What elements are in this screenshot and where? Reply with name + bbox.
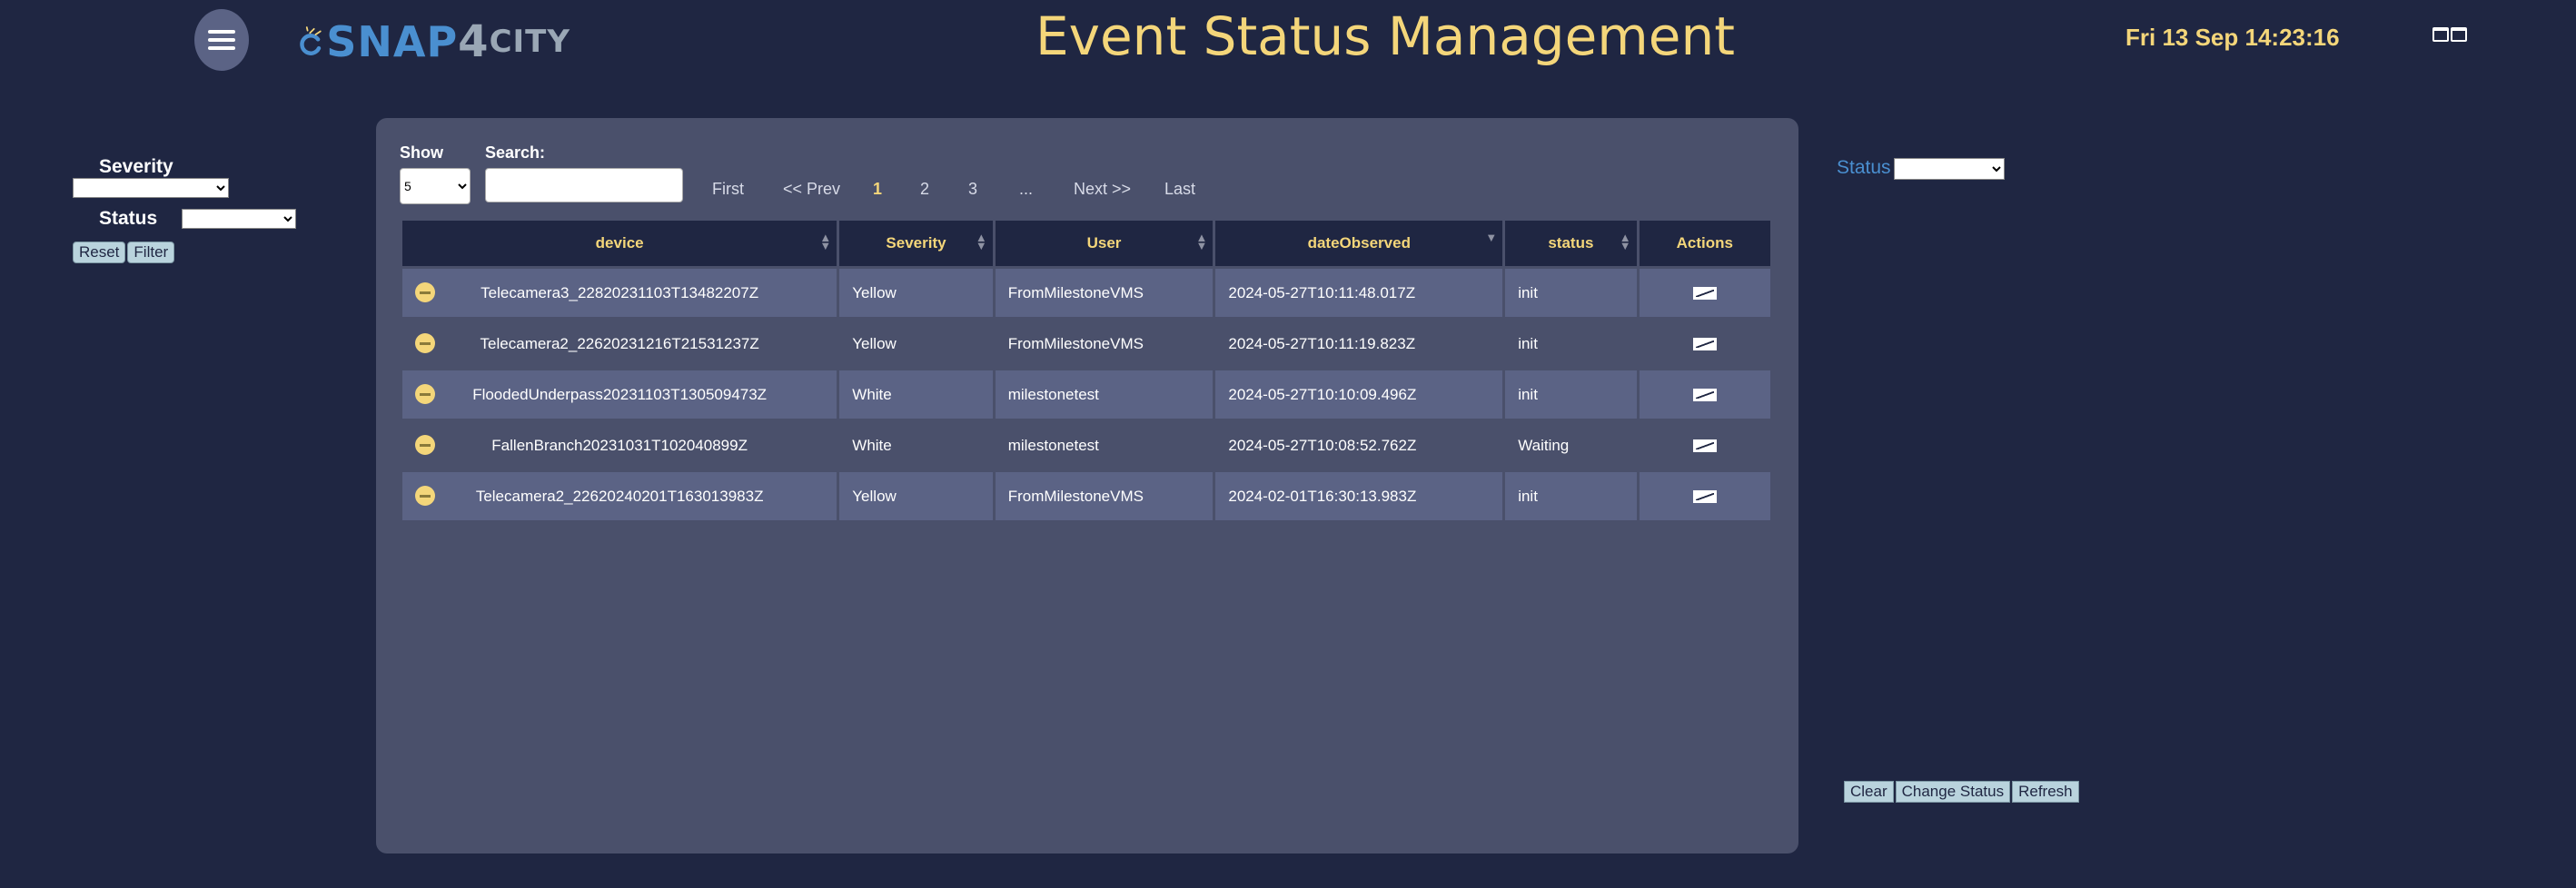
severity-filter-label: Severity — [99, 156, 173, 177]
column-header-user[interactable]: User ▲ ▼ — [995, 221, 1214, 266]
edit-icon[interactable] — [1692, 439, 1717, 453]
cell-severity: White — [839, 421, 993, 469]
pagination-ellipsis: ... — [1019, 180, 1034, 198]
cell-actions — [1639, 472, 1770, 520]
cell-user: FromMilestoneVMS — [995, 320, 1214, 368]
cell-status: init — [1505, 269, 1637, 317]
cell-user: milestonetest — [995, 421, 1214, 469]
cell-status: Waiting — [1505, 421, 1637, 469]
search-label: Search: — [485, 143, 546, 162]
table-row[interactable]: Telecamera2_22620231216T21531237Z Yellow F… — [402, 320, 1770, 368]
sort-icon[interactable]: ▲ ▼ — [976, 232, 987, 252]
snap4city-logo[interactable]: SNAP 4 CITY — [298, 7, 570, 76]
sort-desc-icon[interactable]: ▼ — [1485, 232, 1497, 243]
logo-text-snap: SNAP — [326, 17, 459, 66]
snap4city-logo-mark — [300, 26, 322, 55]
hamburger-menu-button[interactable] — [194, 9, 249, 71]
table-row[interactable]: Telecamera2_22620240201T163013983Z Yellow… — [402, 472, 1770, 520]
device-name: FloodedUnderpass20231103T130509473Z — [472, 385, 768, 403]
status-filter-label: Status — [99, 208, 158, 229]
pagination-page-2[interactable]: 2 — [920, 180, 929, 199]
page-title: Event Status Management — [1035, 5, 1735, 67]
cell-severity: Yellow — [839, 472, 993, 520]
pagination-page-3[interactable]: 3 — [968, 180, 977, 199]
change-status-button[interactable]: Change Status — [1895, 781, 2011, 803]
cell-device: Telecamera3_22820231103T13482207Z — [402, 269, 837, 317]
edit-icon[interactable] — [1692, 389, 1717, 402]
severity-filter-select[interactable] — [73, 178, 229, 198]
table-row[interactable]: FloodedUnderpass20231103T130509473Z White… — [402, 370, 1770, 419]
reset-button[interactable]: Reset — [73, 242, 126, 263]
edit-icon[interactable] — [1692, 287, 1717, 301]
clear-button[interactable]: Clear — [1844, 781, 1894, 803]
cell-severity: Yellow — [839, 269, 993, 317]
status-change-select[interactable] — [1894, 158, 2005, 180]
sort-icon[interactable]: ▲ ▼ — [1195, 232, 1207, 252]
column-header-status[interactable]: status ▲ ▼ — [1505, 221, 1637, 266]
pagination-first[interactable]: First — [712, 180, 744, 199]
cell-date-observed: 2024-05-27T10:11:19.823Z — [1215, 320, 1503, 368]
device-name: Telecamera2_22620240201T163013983Z — [475, 487, 764, 505]
cell-device: FallenBranch20231031T102040899Z — [402, 421, 837, 469]
pagination-next[interactable]: Next >> — [1074, 180, 1131, 199]
expand-row-icon[interactable] — [415, 282, 435, 302]
column-header-dateobserved[interactable]: dateObserved ▼ — [1215, 221, 1503, 266]
device-name: Telecamera2_22620231216T21531237Z — [480, 334, 759, 352]
search-input[interactable] — [485, 168, 683, 202]
pagination-prev[interactable]: << Prev — [783, 180, 840, 199]
sort-icon[interactable]: ▲ ▼ — [1620, 232, 1631, 252]
cell-user: FromMilestoneVMS — [995, 269, 1214, 317]
table-row[interactable]: Telecamera3_22820231103T13482207Z Yellow F… — [402, 269, 1770, 317]
pagination-page-1[interactable]: 1 — [873, 180, 882, 199]
expand-row-icon[interactable] — [415, 486, 435, 506]
status-change-label: Status — [1837, 157, 1891, 178]
cell-device: Telecamera2_22620240201T163013983Z — [402, 472, 837, 520]
filter-button[interactable]: Filter — [127, 242, 175, 263]
cell-device: FloodedUnderpass20231103T130509473Z — [402, 370, 837, 419]
edit-icon[interactable] — [1692, 338, 1717, 351]
cell-user: milestonetest — [995, 370, 1214, 419]
column-header-device[interactable]: device ▲ ▼ — [402, 221, 837, 266]
cell-status: init — [1505, 320, 1637, 368]
window-controls[interactable] — [2432, 27, 2467, 42]
cell-user: FromMilestoneVMS — [995, 472, 1214, 520]
events-table: device ▲ ▼ Severity ▲ ▼ User ▲ ▼ dateObserved ▼… — [400, 218, 1773, 523]
pagination-last[interactable]: Last — [1164, 180, 1195, 199]
cell-date-observed: 2024-02-01T16:30:13.983Z — [1215, 472, 1503, 520]
cell-date-observed: 2024-05-27T10:08:52.762Z — [1215, 421, 1503, 469]
cell-device: Telecamera2_22620231216T21531237Z — [402, 320, 837, 368]
device-name: FallenBranch20231031T102040899Z — [491, 436, 748, 454]
logo-text-city: CITY — [489, 24, 570, 60]
column-header-severity[interactable]: Severity ▲ ▼ — [839, 221, 993, 266]
show-entries-label: Show — [400, 143, 443, 162]
cell-actions — [1639, 421, 1770, 469]
windows-icon[interactable] — [2451, 27, 2467, 42]
expand-row-icon[interactable] — [415, 384, 435, 404]
cell-actions — [1639, 269, 1770, 317]
cell-actions — [1639, 320, 1770, 368]
cell-severity: Yellow — [839, 320, 993, 368]
status-filter-select[interactable] — [182, 209, 296, 229]
hamburger-icon — [208, 25, 235, 54]
expand-row-icon[interactable] — [415, 333, 435, 353]
column-header-actions: Actions — [1639, 221, 1770, 266]
table-header-row: device ▲ ▼ Severity ▲ ▼ User ▲ ▼ dateObserved ▼… — [402, 221, 1770, 266]
cell-status: init — [1505, 370, 1637, 419]
show-entries-select[interactable]: 5 — [400, 168, 471, 204]
edit-icon[interactable] — [1692, 490, 1717, 504]
sort-icon[interactable]: ▲ ▼ — [819, 232, 831, 252]
cell-severity: White — [839, 370, 993, 419]
cell-date-observed: 2024-05-27T10:10:09.496Z — [1215, 370, 1503, 419]
cell-actions — [1639, 370, 1770, 419]
cell-status: init — [1505, 472, 1637, 520]
window-icon[interactable] — [2432, 27, 2449, 42]
refresh-button[interactable]: Refresh — [2012, 781, 2079, 803]
logo-text-four: 4 — [458, 16, 490, 67]
table-row[interactable]: FallenBranch20231031T102040899Z White mile… — [402, 421, 1770, 469]
cell-date-observed: 2024-05-27T10:11:48.017Z — [1215, 269, 1503, 317]
device-name: Telecamera3_22820231103T13482207Z — [481, 283, 759, 301]
datetime-display: Fri 13 Sep 14:23:16 — [2125, 24, 2340, 51]
expand-row-icon[interactable] — [415, 435, 435, 455]
